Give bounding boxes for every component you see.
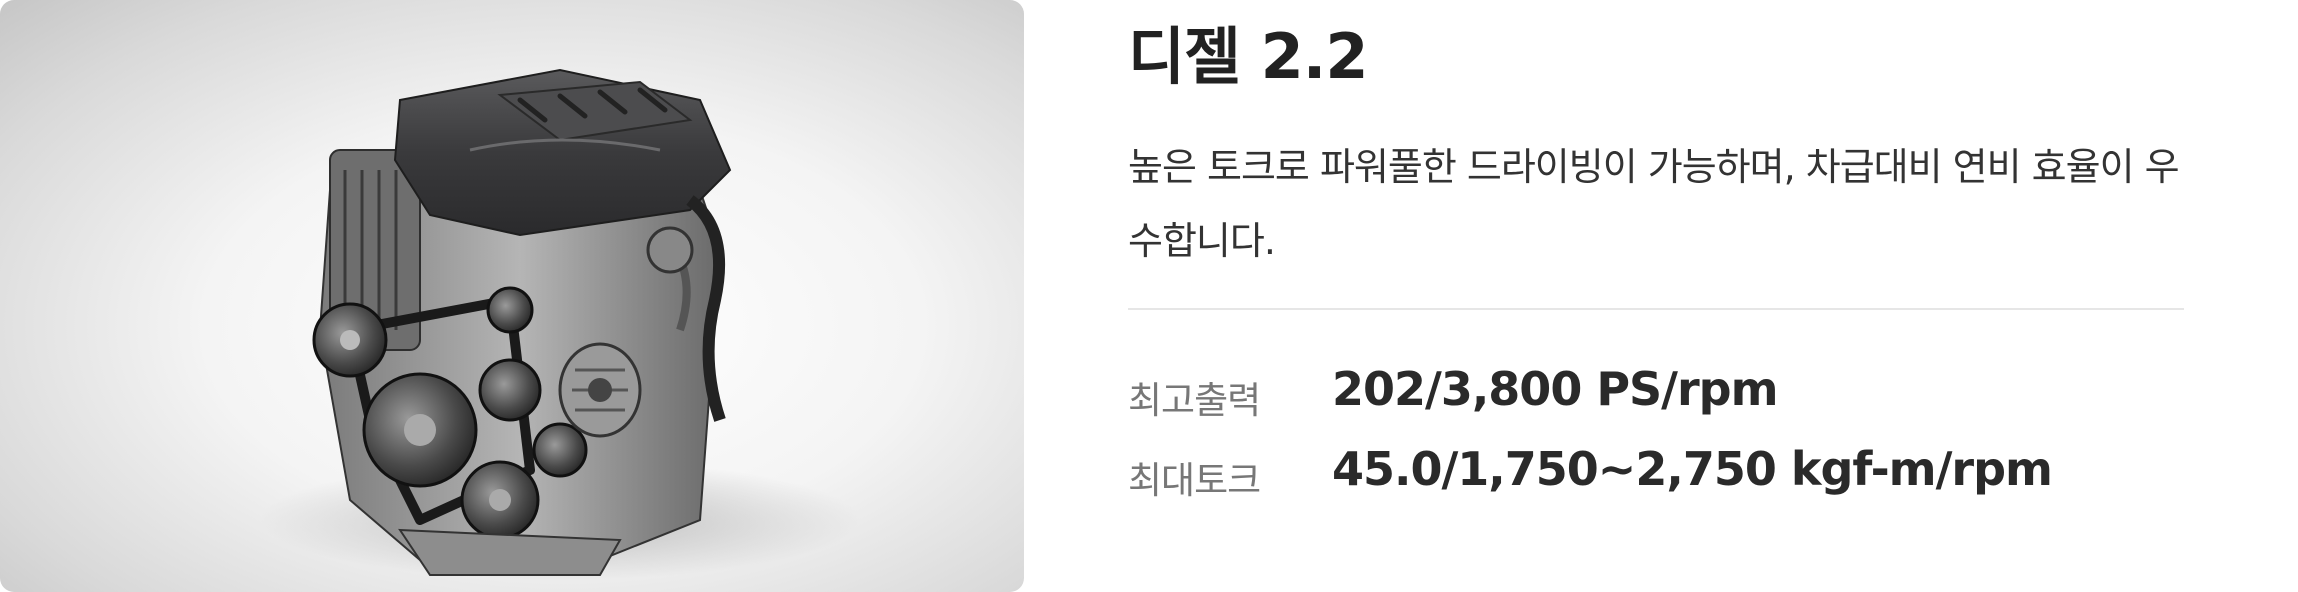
divider	[1128, 308, 2184, 310]
engine-title: 디젤 2.2	[1128, 20, 1368, 93]
engine-illustration	[260, 68, 860, 580]
spec-value: 202/3,800 PS/rpm	[1332, 362, 1779, 416]
spec-value: 45.0/1,750~2,750 kgf-m/rpm	[1332, 442, 2053, 496]
engine-description: 높은 토크로 파워풀한 드라이빙이 가능하며, 차급대비 연비 효율이 우수합니…	[1128, 145, 2180, 263]
engine-image	[0, 0, 1024, 592]
engine-card: 디젤 2.2 높은 토크로 파워풀한 드라이빙이 가능하며, 차급대비 연비 효…	[0, 0, 2298, 592]
spec-label: 최고출력	[1128, 379, 1261, 422]
spec-label: 최대토크	[1128, 459, 1261, 502]
